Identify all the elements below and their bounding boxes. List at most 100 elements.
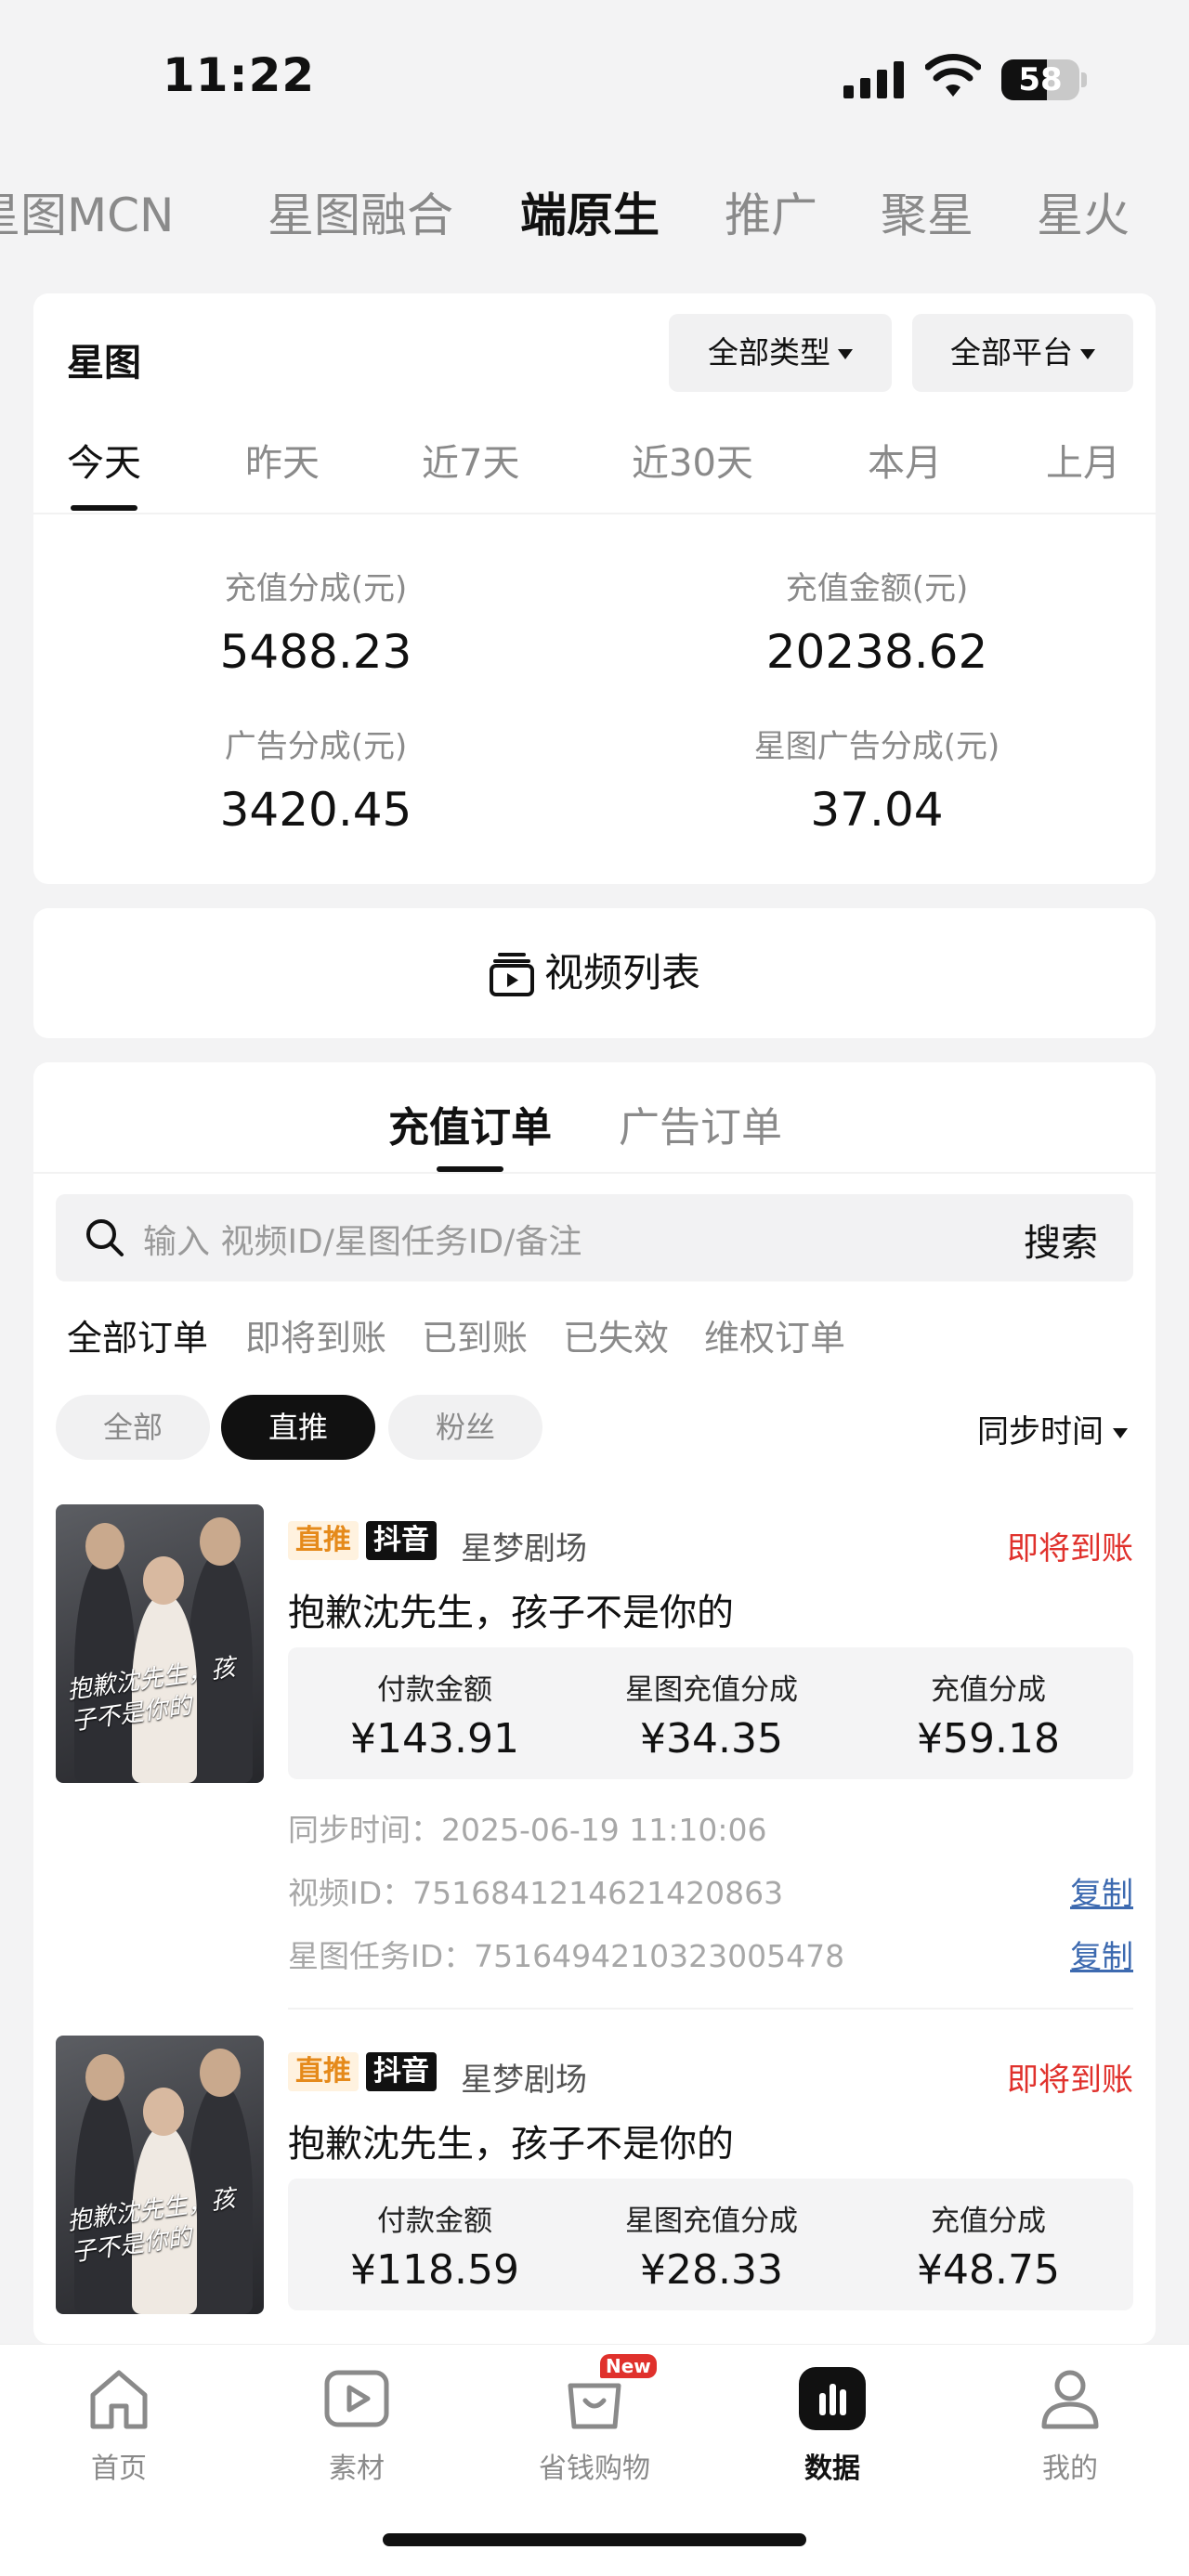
sync-time: 同步时间：2025-06-19 11:10:06 (288, 1812, 767, 1848)
home-icon (90, 2370, 148, 2429)
order-status: 即将到账 (1007, 2062, 1133, 2099)
copy-task-id-button[interactable]: 复制 (1070, 1932, 1133, 1977)
value-label: 付款金额 (377, 1673, 492, 1707)
value-recharge-share: 充值分成 ¥48.75 (849, 2197, 1128, 2294)
nav-label: 素材 (329, 2452, 385, 2485)
order-source: 星梦剧场 (461, 1530, 587, 1568)
video-list-label: 视频列表 (543, 950, 700, 995)
value-label: 充值分成 (931, 2205, 1046, 2238)
metric-recharge-amount: 充值金额(元) 20238.62 (617, 563, 1137, 679)
metric-label: 充值金额(元) (785, 570, 969, 607)
tab-xingtu-mcn[interactable]: 星图MCN (0, 178, 174, 245)
tab-promotion[interactable]: 推广 (725, 178, 817, 245)
caret-down-icon (838, 349, 853, 359)
tab-recharge-orders[interactable]: 充值订单 (388, 1094, 552, 1153)
metric-label: 广告分成(元) (224, 728, 408, 765)
metric-xingtu-ad-share: 星图广告分成(元) 37.04 (617, 721, 1137, 837)
value-amount: ¥48.75 (917, 2246, 1060, 2294)
tab-ad-orders[interactable]: 广告订单 (619, 1094, 782, 1153)
tab-juxing[interactable]: 聚星 (881, 178, 973, 245)
orders-card: 充值订单 广告订单 输入 视频ID/星图任务ID/备注 搜索 全部订单 即将到账… (33, 1062, 1156, 2344)
nav-home[interactable]: 首页 (26, 2363, 212, 2486)
order-item[interactable]: 抱歉沈先生，孩子不是你的 直推 抖音 星梦剧场 即将到账 抱歉沈先生，孩子不是你… (56, 2036, 1133, 2344)
metric-value: 3420.45 (219, 783, 412, 837)
search-button[interactable]: 搜索 (1024, 1213, 1098, 1267)
value-label: 充值分成 (931, 1673, 1046, 1707)
copy-video-id-button[interactable]: 复制 (1070, 1868, 1133, 1914)
user-icon (1041, 2370, 1099, 2429)
sort-label: 同步时间 (977, 1413, 1104, 1451)
platform-filter-label: 全部平台 (950, 334, 1073, 371)
period-7days[interactable]: 近7天 (422, 433, 519, 487)
order-values: 付款金额 ¥143.91 星图充值分成 ¥34.35 充值分成 ¥59.18 (288, 1647, 1133, 1779)
nav-materials[interactable]: 素材 (264, 2363, 450, 2486)
filter-arriving-soon[interactable]: 即将到账 (245, 1309, 386, 1360)
platform-filter-dropdown[interactable]: 全部平台 (912, 314, 1133, 392)
nav-data[interactable]: 数据 (739, 2363, 925, 2486)
order-title: 抱歉沈先生，孩子不是你的 (288, 1592, 734, 1634)
chip-fans[interactable]: 粉丝 (388, 1395, 542, 1460)
value-payment: 付款金额 ¥143.91 (295, 1666, 574, 1763)
cellular-signal-icon (843, 61, 904, 98)
filter-expired[interactable]: 已失效 (563, 1309, 669, 1360)
value-amount: ¥59.18 (917, 1715, 1060, 1763)
home-indicator (383, 2533, 806, 2546)
nav-label: 省钱购物 (539, 2452, 650, 2485)
nav-profile[interactable]: 我的 (977, 2363, 1163, 2486)
period-today[interactable]: 今天 (67, 433, 141, 487)
tab-native[interactable]: 端原生 (520, 178, 660, 245)
nav-label: 我的 (1042, 2452, 1098, 2485)
period-active-underline (71, 505, 137, 511)
search-icon (86, 1219, 124, 1256)
value-amount: ¥143.91 (350, 1715, 519, 1763)
chip-all[interactable]: 全部 (56, 1395, 210, 1460)
tag-direct: 直推 (288, 1521, 359, 1560)
metric-value: 37.04 (810, 783, 944, 837)
nav-shopping[interactable]: New 省钱购物 (502, 2354, 687, 2486)
bar-chart-icon (799, 2367, 866, 2430)
value-amount: ¥34.35 (640, 1715, 783, 1763)
period-this-month[interactable]: 本月 (868, 433, 942, 487)
sort-sync-time-dropdown[interactable]: 同步时间 (977, 1406, 1128, 1451)
type-filter-label: 全部类型 (708, 334, 830, 371)
nav-label: 首页 (91, 2452, 147, 2485)
tab-xinghuo[interactable]: 星火 (1037, 178, 1130, 245)
search-input[interactable]: 输入 视频ID/星图任务ID/备注 (143, 1215, 581, 1263)
chip-direct[interactable]: 直推 (221, 1395, 375, 1460)
order-item[interactable]: 抱歉沈先生，孩子不是你的 直推 抖音 星梦剧场 即将到账 抱歉沈先生，孩子不是你… (56, 1504, 1133, 2010)
caret-down-icon (1113, 1428, 1128, 1438)
tag-direct: 直推 (288, 2052, 359, 2091)
order-source: 星梦剧场 (461, 2062, 587, 2099)
period-last-month[interactable]: 上月 (1046, 433, 1120, 487)
video-list-button[interactable]: 视频列表 (33, 908, 1156, 1038)
metric-recharge-share: 充值分成(元) 5488.23 (56, 563, 576, 679)
order-status: 即将到账 (1007, 1530, 1133, 1568)
video-id: 视频ID：7516841214621420863 (288, 1875, 784, 1911)
period-30days[interactable]: 近30天 (632, 433, 753, 487)
battery-percent: 58 (1018, 61, 1063, 98)
filter-all-orders[interactable]: 全部订单 (67, 1309, 208, 1360)
tag-douyin: 抖音 (366, 2052, 437, 2091)
nav-label: 数据 (804, 2452, 860, 2485)
filter-dispute-orders[interactable]: 维权订单 (704, 1309, 845, 1360)
value-label: 星图充值分成 (625, 2205, 798, 2238)
battery-indicator: 58 (1001, 59, 1087, 100)
status-time: 11:22 (163, 48, 316, 102)
tag-douyin: 抖音 (366, 1521, 437, 1560)
value-amount: ¥28.33 (640, 2246, 783, 2294)
task-id: 星图任务ID：7516494210323005478 (288, 1938, 845, 1974)
caret-down-icon (1080, 349, 1095, 359)
order-title: 抱歉沈先生，孩子不是你的 (288, 2123, 734, 2166)
period-yesterday[interactable]: 昨天 (245, 433, 320, 487)
tab-xingtu-fusion[interactable]: 星图融合 (268, 178, 453, 245)
metric-value: 20238.62 (765, 625, 988, 679)
filter-arrived[interactable]: 已到账 (422, 1309, 528, 1360)
value-payment: 付款金额 ¥118.59 (295, 2197, 574, 2294)
search-bar: 输入 视频ID/星图任务ID/备注 搜索 (56, 1194, 1133, 1281)
value-recharge-share: 充值分成 ¥59.18 (849, 1666, 1128, 1763)
stats-title: 星图 (67, 342, 141, 384)
type-filter-dropdown[interactable]: 全部类型 (669, 314, 892, 392)
wifi-icon (925, 54, 981, 97)
value-xingtu-share: 星图充值分成 ¥28.33 (572, 2197, 851, 2294)
metric-value: 5488.23 (219, 625, 412, 679)
